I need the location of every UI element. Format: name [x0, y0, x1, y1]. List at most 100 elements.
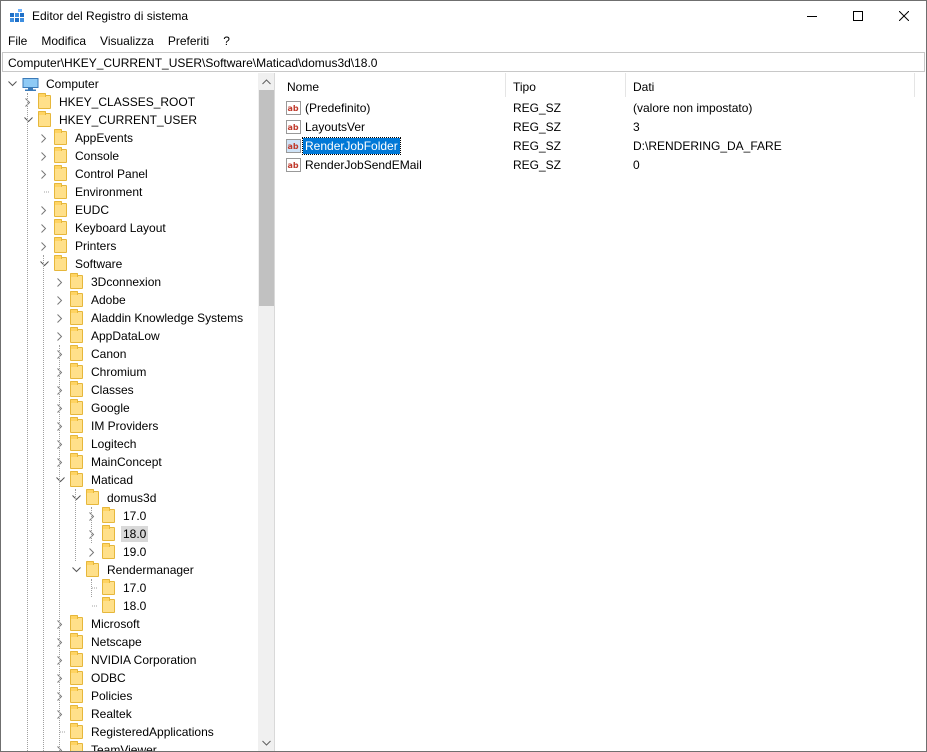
tree-node[interactable]: Classes [54, 381, 136, 399]
chevron-right-icon[interactable] [38, 204, 50, 216]
tree-node[interactable]: Realtek [54, 705, 134, 723]
tree-node[interactable]: domus3d [70, 489, 158, 507]
chevron-right-icon[interactable] [86, 528, 98, 540]
tree-node[interactable]: 18.0 [86, 525, 149, 543]
value-row[interactable]: ab (Predefinito) REG_SZ (valore non imposta… [280, 98, 920, 117]
chevron-right-icon[interactable] [54, 366, 66, 378]
tree-node[interactable]: Canon [54, 345, 128, 363]
tree-node[interactable]: Rendermanager [70, 561, 196, 579]
chevron-right-icon[interactable] [54, 654, 66, 666]
tree-node-label: AppEvents [75, 131, 134, 145]
chevron-down-icon[interactable] [38, 258, 50, 270]
tree-node[interactable]: Chromium [54, 363, 148, 381]
tree-node[interactable]: Printers [38, 237, 118, 255]
chevron-right-icon[interactable] [54, 672, 66, 684]
tree-node[interactable]: 17.0 [86, 507, 148, 525]
value-row[interactable]: ab RenderJobSendEMail REG_SZ 0 [280, 155, 920, 174]
folder-icon [70, 615, 83, 631]
tree-node[interactable]: Microsoft [54, 615, 142, 633]
chevron-right-icon[interactable] [54, 330, 66, 342]
tree-node[interactable]: Netscape [54, 633, 144, 651]
tree-node[interactable]: NVIDIA Corporation [54, 651, 198, 669]
tree-node[interactable]: HKEY_CURRENT_USER [22, 111, 199, 129]
chevron-right-icon[interactable] [54, 402, 66, 414]
folder-icon [70, 435, 83, 451]
tree-node[interactable]: IM Providers [54, 417, 160, 435]
tree-node[interactable]: HKEY_CLASSES_ROOT [22, 93, 197, 111]
close-button[interactable] [881, 1, 927, 31]
values-pane[interactable]: Nome Tipo Dati ab (Predefinito) REG_SZ (val… [280, 73, 925, 751]
scroll-up-button[interactable] [258, 73, 274, 90]
chevron-down-icon[interactable] [70, 492, 82, 504]
minimize-button[interactable] [789, 1, 835, 31]
menu-preferiti[interactable]: Preferiti [161, 31, 216, 51]
chevron-right-icon[interactable] [54, 384, 66, 396]
tree-node[interactable]: Control Panel [38, 165, 150, 183]
tree-node[interactable]: Keyboard Layout [38, 219, 168, 237]
column-header-data[interactable]: Dati [626, 73, 915, 97]
tree-node[interactable]: TeamViewer [54, 741, 159, 751]
value-row[interactable]: ab RenderJobFolder REG_SZ D:\RENDERING_DA_F… [280, 136, 920, 155]
key-tree-pane[interactable]: Computer HKEY_CLASSES_ROOT HKEY_CURRENT_U… [2, 73, 275, 751]
chevron-right-icon[interactable] [38, 240, 50, 252]
menu-help[interactable]: ? [216, 31, 237, 51]
chevron-down-icon[interactable] [22, 114, 34, 126]
chevron-right-icon[interactable] [54, 420, 66, 432]
tree-node[interactable]: 17.0 [86, 579, 148, 597]
chevron-right-icon[interactable] [54, 276, 66, 288]
chevron-right-icon[interactable] [38, 150, 50, 162]
tree-node[interactable]: Console [38, 147, 121, 165]
chevron-right-icon[interactable] [86, 546, 98, 558]
chevron-down-icon[interactable] [6, 78, 18, 90]
folder-icon [70, 327, 83, 343]
tree-scrollbar[interactable] [258, 73, 274, 751]
chevron-right-icon[interactable] [54, 438, 66, 450]
chevron-down-icon[interactable] [54, 474, 66, 486]
chevron-right-icon[interactable] [54, 744, 66, 751]
tree-node[interactable]: 3Dconnexion [54, 273, 163, 291]
chevron-right-icon[interactable] [38, 168, 50, 180]
tree-node[interactable]: Software [38, 255, 124, 273]
chevron-right-icon[interactable] [54, 690, 66, 702]
chevron-right-icon[interactable] [54, 708, 66, 720]
tree-node[interactable]: 18.0 [86, 597, 148, 615]
menu-file[interactable]: File [1, 31, 34, 51]
chevron-down-icon[interactable] [70, 564, 82, 576]
column-header-name[interactable]: Nome [280, 73, 506, 97]
address-bar[interactable]: Computer\HKEY_CURRENT_USER\Software\Mati… [2, 52, 925, 72]
chevron-right-icon[interactable] [86, 510, 98, 522]
tree-node[interactable]: MainConcept [54, 453, 164, 471]
chevron-right-icon[interactable] [54, 636, 66, 648]
column-header-type[interactable]: Tipo [506, 73, 626, 97]
tree-node[interactable]: AppDataLow [54, 327, 162, 345]
title-bar[interactable]: Editor del Registro di sistema [1, 1, 926, 31]
chevron-right-icon[interactable] [54, 348, 66, 360]
chevron-right-icon[interactable] [54, 456, 66, 468]
tree-node[interactable]: Google [54, 399, 132, 417]
scroll-down-button[interactable] [258, 734, 274, 751]
tree-root-computer[interactable]: Computer [6, 75, 101, 93]
tree-node[interactable]: Logitech [54, 435, 138, 453]
chevron-right-icon[interactable] [54, 294, 66, 306]
chevron-right-icon[interactable] [54, 312, 66, 324]
tree-node[interactable]: 19.0 [86, 543, 148, 561]
chevron-down-icon [262, 740, 271, 746]
tree-node[interactable]: RegisteredApplications [54, 723, 216, 741]
chevron-right-icon[interactable] [38, 132, 50, 144]
menu-visualizza[interactable]: Visualizza [93, 31, 161, 51]
tree-node[interactable]: Adobe [54, 291, 128, 309]
tree-node[interactable]: EUDC [38, 201, 111, 219]
chevron-right-icon[interactable] [38, 222, 50, 234]
tree-node[interactable]: Policies [54, 687, 134, 705]
chevron-right-icon[interactable] [54, 618, 66, 630]
tree-node[interactable]: Maticad [54, 471, 135, 489]
tree-node[interactable]: AppEvents [38, 129, 135, 147]
tree-node[interactable]: Environment [38, 183, 144, 201]
tree-node[interactable]: Aladdin Knowledge Systems [54, 309, 245, 327]
menu-modifica[interactable]: Modifica [34, 31, 93, 51]
tree-node[interactable]: ODBC [54, 669, 128, 687]
value-row[interactable]: ab LayoutsVer REG_SZ 3 [280, 117, 920, 136]
chevron-right-icon[interactable] [22, 96, 34, 108]
maximize-button[interactable] [835, 1, 881, 31]
scroll-thumb[interactable] [259, 90, 274, 306]
